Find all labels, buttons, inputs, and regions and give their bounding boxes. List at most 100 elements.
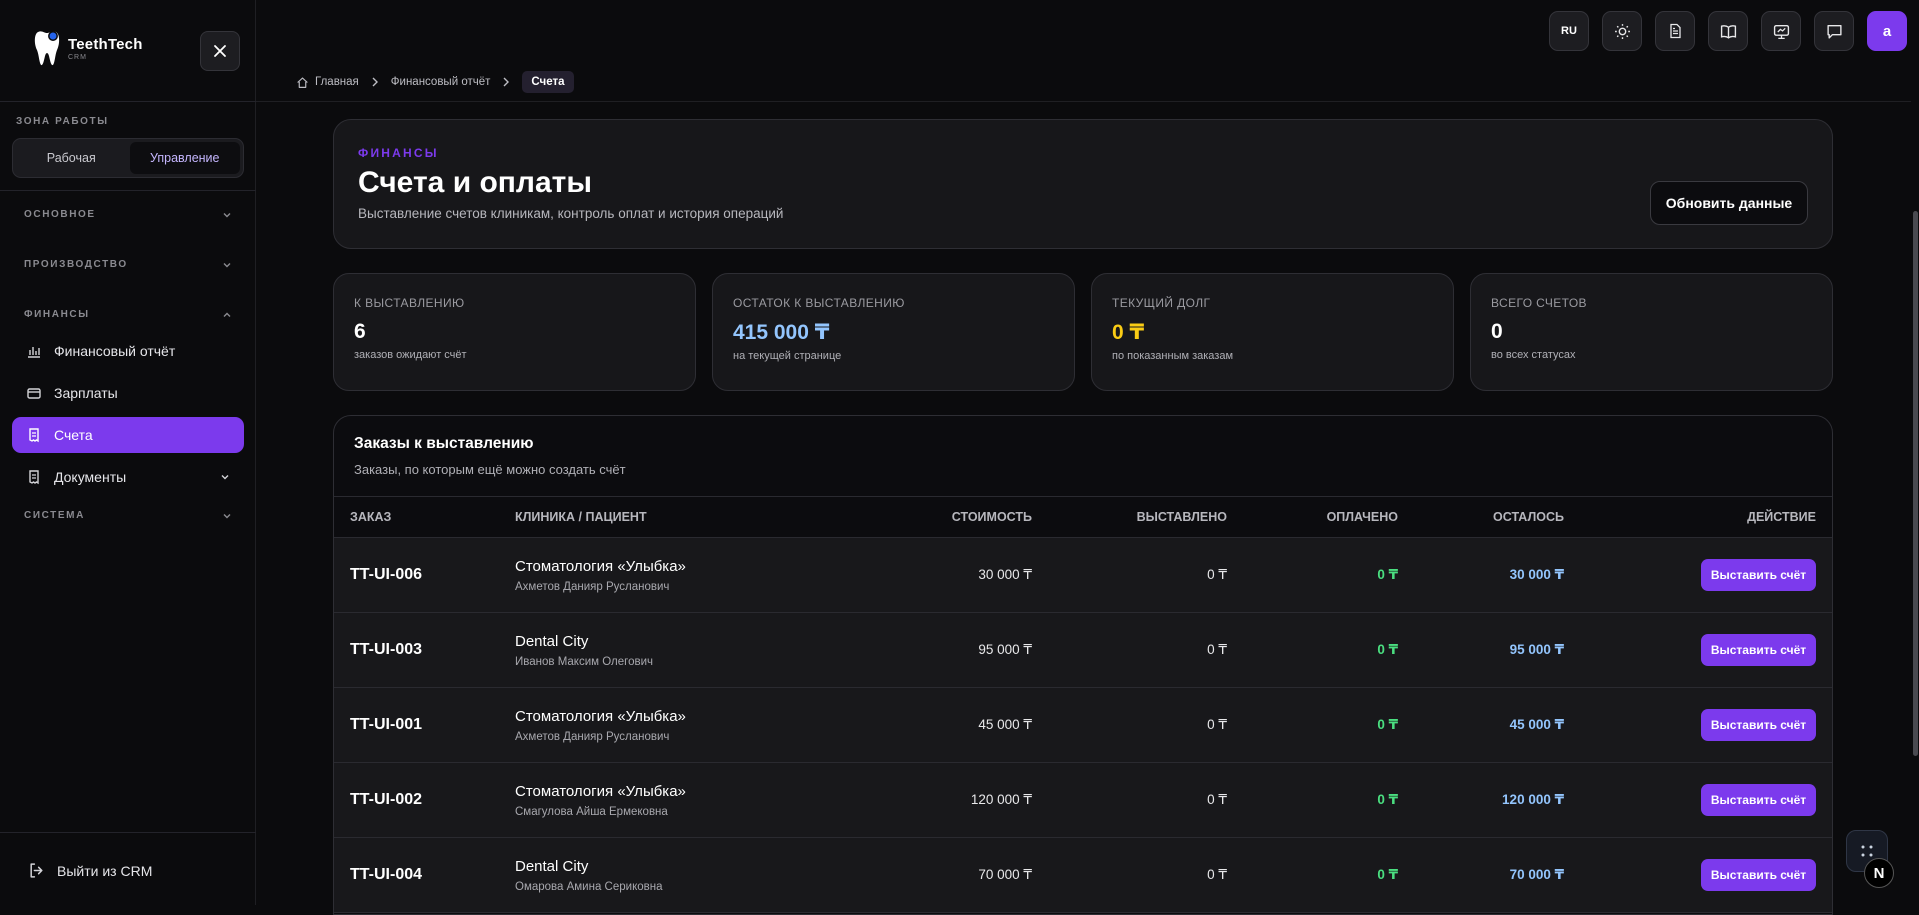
stat-label: Текущий долг — [1112, 296, 1211, 310]
cost-value: 45 000 ₸ — [978, 717, 1032, 732]
issue-invoice-button[interactable]: Выставить счёт — [1701, 859, 1816, 891]
sidebar-item-financial-report[interactable]: Финансовый отчёт — [12, 333, 244, 369]
paid-value: 0 ₸ — [1377, 642, 1398, 657]
file-text-icon — [1670, 23, 1681, 39]
remaining-value: 120 000 ₸ — [1502, 792, 1564, 807]
issue-invoice-button[interactable]: Выставить счёт — [1701, 634, 1816, 666]
zone-option-management[interactable]: Управление — [129, 142, 240, 174]
grid-icon — [1861, 845, 1873, 857]
breadcrumb-current: Счета — [522, 71, 574, 93]
issue-invoice-button[interactable]: Выставить счёт — [1701, 709, 1816, 741]
sidebar-item-salaries[interactable]: Зарплаты — [12, 375, 244, 411]
page-eyebrow: ФИНАНСЫ — [358, 146, 439, 160]
order-id[interactable]: TT-UI-002 — [350, 791, 422, 808]
scrollbar-thumb[interactable] — [1913, 211, 1918, 756]
chat-button[interactable] — [1814, 11, 1854, 51]
docs-button[interactable] — [1655, 11, 1695, 51]
order-id[interactable]: TT-UI-001 — [350, 716, 422, 733]
panel-subtitle: Заказы, по которым ещё можно создать счё… — [354, 462, 626, 477]
sidebar-item-invoices[interactable]: Счета — [12, 417, 244, 453]
refresh-data-button[interactable]: Обновить данные — [1650, 181, 1808, 225]
scrollbar[interactable] — [1911, 101, 1919, 905]
billed-value: 0 ₸ — [1207, 567, 1227, 582]
nav-group-system[interactable]: СИСТЕМА — [24, 510, 232, 521]
nav-group-label: СИСТЕМА — [24, 510, 85, 521]
nav-group-finance[interactable]: ФИНАНСЫ — [24, 309, 232, 320]
close-sidebar-button[interactable] — [200, 31, 240, 71]
sidebar-item-label: Документы — [54, 469, 127, 485]
logout-button[interactable]: Выйти из CRM — [28, 862, 152, 879]
page-title: Счета и оплаты — [358, 166, 592, 199]
panel-header: Заказы к выставлению Заказы, по которым … — [334, 416, 1832, 497]
stat-value: 0 — [1491, 320, 1503, 343]
table-row: TT-UI-002 Стоматология «Улыбка» Смагулова … — [334, 763, 1832, 838]
column-header-cost: СТОИМОСТЬ — [951, 510, 1032, 524]
logout-label: Выйти из CRM — [57, 862, 153, 879]
order-id[interactable]: TT-UI-003 — [350, 641, 422, 658]
order-id[interactable]: TT-UI-006 — [350, 566, 422, 583]
stat-note: во всех статусах — [1491, 349, 1576, 361]
sun-icon — [1614, 23, 1630, 39]
cost-value: 30 000 ₸ — [978, 567, 1032, 582]
sidebar-item-documents[interactable]: Документы — [12, 459, 244, 495]
brand-sub: CRM — [68, 53, 87, 61]
wallet-icon — [27, 388, 41, 399]
topbar-divider — [256, 101, 1919, 102]
monitor-button[interactable] — [1761, 11, 1801, 51]
column-header-clinic: КЛИНИКА / ПАЦИЕНТ — [515, 510, 647, 524]
sidebar-item-label: Зарплаты — [54, 385, 118, 401]
clinic-name: Dental City — [515, 857, 589, 875]
language-button[interactable]: RU — [1549, 11, 1589, 51]
stat-value: 415 000 ₸ — [733, 321, 830, 344]
zone-option-work[interactable]: Рабочая — [16, 142, 127, 174]
order-id[interactable]: TT-UI-004 — [350, 866, 422, 883]
sidebar-divider — [0, 190, 256, 191]
guide-button[interactable] — [1708, 11, 1748, 51]
stat-value: 6 — [354, 320, 366, 343]
page-subtitle: Выставление счетов клиникам, контроль оп… — [358, 206, 784, 221]
table-row: TT-UI-003 Dental City Иванов Максим Олегов… — [334, 613, 1832, 688]
logout-icon — [30, 863, 43, 878]
logo[interactable]: TeethTech CRM — [34, 30, 143, 66]
chevron-down-icon — [223, 212, 231, 217]
issue-invoice-button[interactable]: Выставить счёт — [1701, 559, 1816, 591]
paid-value: 0 ₸ — [1377, 792, 1398, 807]
billed-value: 0 ₸ — [1207, 792, 1227, 807]
document-icon — [29, 470, 39, 485]
n-badge[interactable]: N — [1864, 858, 1894, 888]
chevron-up-icon — [223, 312, 231, 317]
remaining-value: 70 000 ₸ — [1509, 867, 1564, 882]
stat-card-to-invoice: К выставлению 6 заказов ожидают счёт — [333, 273, 696, 391]
top-actions: RU a — [1549, 11, 1907, 51]
breadcrumb-financial-report[interactable]: Финансовый отчёт — [391, 76, 491, 88]
cost-value: 70 000 ₸ — [978, 867, 1032, 882]
sidebar-item-label: Счета — [54, 427, 93, 443]
patient-name: Смагулова Айша Ермековна — [515, 805, 668, 818]
nav-group-production[interactable]: ПРОИЗВОДСТВО — [24, 259, 232, 270]
theme-button[interactable] — [1602, 11, 1642, 51]
remaining-value: 45 000 ₸ — [1509, 717, 1564, 732]
paid-value: 0 ₸ — [1377, 717, 1398, 732]
paid-value: 0 ₸ — [1377, 867, 1398, 882]
breadcrumb-home[interactable]: Главная — [296, 76, 359, 89]
stats-row: К выставлению 6 заказов ожидают счёт Ост… — [333, 273, 1833, 391]
stat-card-total-invoices: Всего счетов 0 во всех статусах — [1470, 273, 1833, 391]
chevron-down-icon — [223, 513, 231, 518]
sidebar: TeethTech CRM ЗОНА РАБОТЫ Рабочая Управл… — [0, 0, 256, 905]
avatar[interactable]: a — [1867, 11, 1907, 51]
column-header-order: ЗАКАЗ — [350, 510, 392, 524]
table-row: TT-UI-001 Стоматология «Улыбка» Ахметов Да… — [334, 688, 1832, 763]
issue-invoice-button[interactable]: Выставить счёт — [1701, 784, 1816, 816]
stat-card-debt: Текущий долг 0 ₸ по показанным заказам — [1091, 273, 1454, 391]
tooth-logo-icon — [34, 30, 60, 66]
close-icon — [214, 45, 226, 57]
billed-value: 0 ₸ — [1207, 717, 1227, 732]
nav-group-main[interactable]: ОСНОВНОЕ — [24, 209, 232, 220]
zone-toggle: Рабочая Управление — [12, 138, 244, 178]
clinic-name: Стоматология «Улыбка» — [515, 782, 686, 800]
remaining-value: 30 000 ₸ — [1509, 567, 1564, 582]
sidebar-divider — [0, 101, 256, 102]
sidebar-divider — [0, 832, 256, 833]
nav-group-label: ФИНАНСЫ — [24, 309, 90, 320]
table-header: ЗАКАЗ КЛИНИКА / ПАЦИЕНТ СТОИМОСТЬ ВЫСТАВ… — [334, 497, 1832, 538]
